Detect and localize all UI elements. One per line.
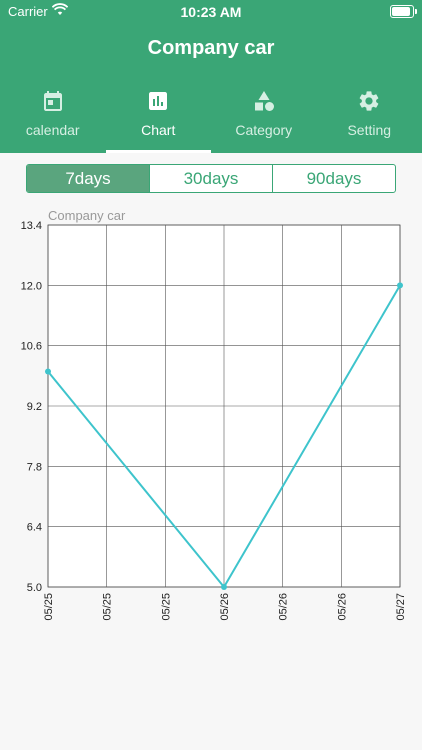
y-tick-label: 9.2 — [27, 401, 42, 413]
x-tick-label: 05/26 — [336, 593, 348, 621]
data-point — [45, 368, 51, 375]
status-bar: Carrier 10:23 AM — [0, 0, 422, 24]
page-title: Company car — [147, 37, 275, 59]
battery-icon — [390, 5, 417, 18]
bar-chart-icon — [149, 92, 168, 110]
y-tick-label: 13.4 — [21, 220, 42, 232]
tab-setting-label: Setting — [347, 122, 392, 138]
x-tick-label: 05/25 — [160, 593, 172, 621]
range-90days-button[interactable]: 90days — [272, 165, 395, 192]
gear-icon — [359, 91, 379, 111]
tab-category-label: Category — [235, 122, 293, 138]
tab-calendar[interactable]: calendar — [0, 84, 106, 153]
range-30days-button[interactable]: 30days — [149, 165, 272, 192]
app-header: Carrier 10:23 AM Company car calendar Ch… — [0, 0, 422, 153]
tab-category[interactable]: Category — [211, 84, 317, 153]
range-selector: 7days 30days 90days — [26, 164, 396, 193]
data-point — [397, 282, 403, 289]
tab-chart-label: Chart — [141, 122, 176, 138]
x-tick-label: 05/26 — [278, 593, 290, 621]
y-tick-label: 6.4 — [27, 522, 42, 534]
y-tick-label: 12.0 — [21, 280, 42, 292]
x-tick-label: 05/27 — [395, 593, 407, 621]
chart-title: Company car — [48, 208, 126, 223]
tab-bar: calendar Chart Category Setting — [0, 84, 422, 153]
x-tick-label: 05/26 — [219, 593, 231, 621]
tab-chart[interactable]: Chart — [105, 84, 211, 153]
range-7days-button[interactable]: 7days — [27, 165, 149, 192]
calendar-icon — [43, 91, 62, 111]
x-tick-label: 05/25 — [102, 593, 114, 621]
data-point — [221, 584, 227, 590]
y-tick-label: 5.0 — [27, 582, 42, 594]
x-tick-label: 05/25 — [43, 593, 55, 621]
y-tick-label: 10.6 — [21, 341, 42, 353]
line-chart: 13.412.010.69.27.86.45.005/25 05/25 05/25 0… — [21, 208, 407, 621]
tab-calendar-label: calendar — [25, 122, 80, 138]
tab-setting[interactable]: Setting — [317, 84, 422, 153]
category-shapes-icon — [254, 91, 274, 111]
active-tab-indicator — [105, 150, 211, 153]
y-tick-label: 7.8 — [27, 461, 42, 473]
status-time: 10:23 AM — [180, 4, 242, 20]
